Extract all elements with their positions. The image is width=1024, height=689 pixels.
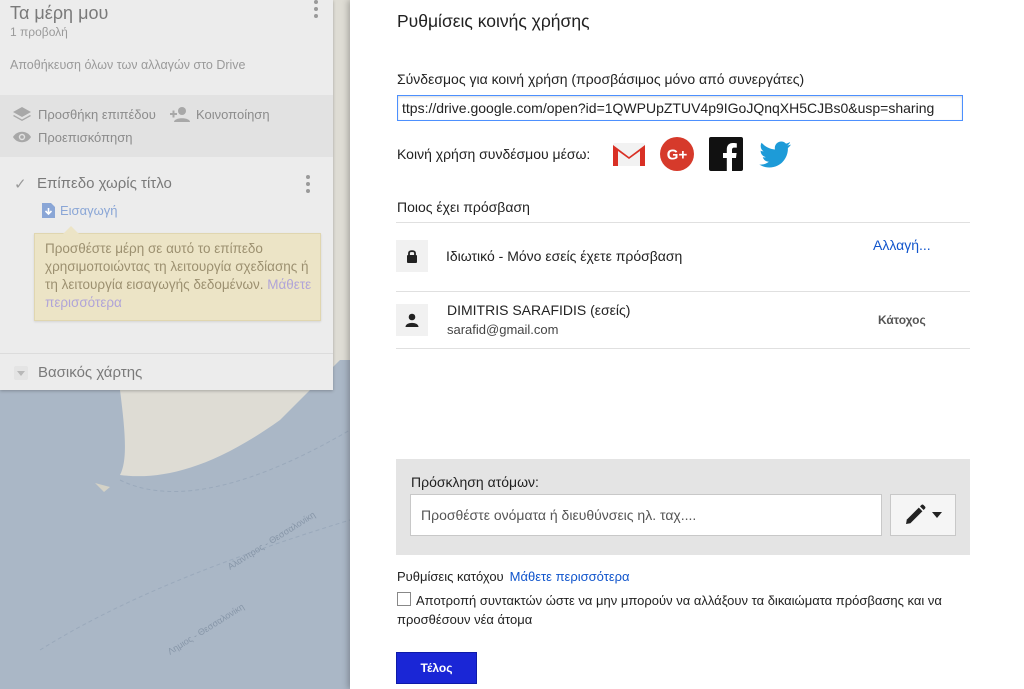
more-options-icon[interactable]: [313, 0, 319, 20]
share-link-input[interactable]: [397, 95, 963, 121]
layer-options-icon[interactable]: [305, 175, 311, 196]
done-button[interactable]: Τέλος: [396, 652, 477, 684]
sharing-settings-dialog: Ρυθμίσεις κοινής χρήσης Σύνδεσμος για κο…: [350, 0, 1024, 689]
owner-email: sarafid@gmail.com: [447, 322, 559, 337]
base-map-row[interactable]: Βασικός χάρτης: [0, 354, 333, 390]
divider: [396, 222, 970, 223]
add-person-icon: [170, 107, 190, 122]
restrict-editors-label: Αποτροπή συντακτών ώστε να μην μπορούν ν…: [397, 593, 942, 627]
owner-settings-label: Ρυθμίσεις κατόχου: [397, 569, 504, 584]
permission-dropdown-button[interactable]: [890, 494, 956, 536]
save-status: Αποθήκευση όλων των αλλαγών στο Drive: [10, 58, 246, 72]
import-link[interactable]: Εισαγωγή: [42, 203, 117, 218]
invite-people-section: Πρόσκληση ατόμων:: [396, 459, 970, 555]
layers-icon: [13, 107, 31, 121]
checkmark-icon[interactable]: ✓: [14, 175, 27, 193]
preview-button[interactable]: Προεπισκόπηση: [12, 129, 133, 145]
preview-label: Προεπισκόπηση: [38, 129, 133, 145]
svg-text:G+: G+: [667, 147, 688, 164]
pencil-icon: [906, 504, 926, 524]
facebook-icon[interactable]: [708, 136, 744, 172]
change-access-link[interactable]: Αλλαγή...: [873, 237, 931, 253]
restrict-editors-checkbox[interactable]: [397, 592, 411, 606]
share-label: Κοινοποίηση: [196, 106, 270, 122]
map-legend-panel: Τα μέρη μου 1 προβολή Αποθήκευση όλων τω…: [0, 0, 333, 390]
access-level-text: Ιδιωτικό - Μόνο εσείς έχετε πρόσβαση: [446, 248, 683, 264]
add-layer-label: Προσθήκη επιπέδου: [38, 106, 156, 122]
person-icon: [396, 304, 428, 336]
import-file-icon: [42, 203, 55, 218]
expand-caret-icon[interactable]: [14, 366, 28, 380]
who-has-access-label: Ποιος έχει πρόσβαση: [397, 199, 530, 215]
twitter-icon[interactable]: [757, 136, 793, 172]
google-plus-icon[interactable]: G+: [659, 136, 695, 172]
layer-item: ✓ Επίπεδο χωρίς τίτλο Εισαγωγή Προσθέστε…: [0, 158, 333, 354]
owner-settings-learn-more-link[interactable]: Μάθετε περισσότερα: [510, 569, 630, 584]
restrict-editors-option[interactable]: Αποτροπή συντακτών ώστε να μην μπορούν ν…: [397, 591, 977, 629]
owner-settings: Ρυθμίσεις κατόχου Μάθετε περισσότερα: [397, 569, 630, 584]
layer-name[interactable]: Επίπεδο χωρίς τίτλο: [37, 175, 172, 192]
invite-people-input[interactable]: [410, 494, 882, 536]
divider: [396, 348, 970, 349]
share-button[interactable]: Κοινοποίηση: [170, 106, 270, 122]
share-via-label: Κοινή χρήση συνδέσμου μέσω:: [397, 146, 591, 162]
share-link-label: Σύνδεσμος για κοινή χρήση (προσβάσιμος μ…: [397, 71, 805, 87]
divider: [396, 291, 970, 292]
empty-layer-hint: Προσθέστε μέρη σε αυτό το επίπεδο χρησιμ…: [34, 226, 321, 321]
view-count: 1 προβολή: [10, 25, 68, 39]
invite-label: Πρόσκληση ατόμων:: [411, 474, 539, 490]
gmail-icon[interactable]: [611, 136, 647, 172]
eye-icon: [13, 131, 31, 143]
add-layer-button[interactable]: Προσθήκη επιπέδου: [12, 106, 156, 122]
owner-name: DIMITRIS SARAFIDIS (εσείς): [447, 302, 631, 318]
map-actions-bar: Προσθήκη επιπέδου Κοινοποίηση Προεπισκόπ…: [0, 95, 333, 157]
import-label: Εισαγωγή: [60, 203, 118, 218]
map-title[interactable]: Τα μέρη μου: [10, 3, 108, 24]
chevron-down-icon: [932, 512, 942, 518]
base-map-label: Βασικός χάρτης: [38, 364, 143, 381]
owner-role-badge: Κάτοχος: [878, 313, 926, 327]
lock-icon: [396, 240, 428, 272]
dialog-title: Ρυθμίσεις κοινής χρήσης: [397, 11, 590, 31]
